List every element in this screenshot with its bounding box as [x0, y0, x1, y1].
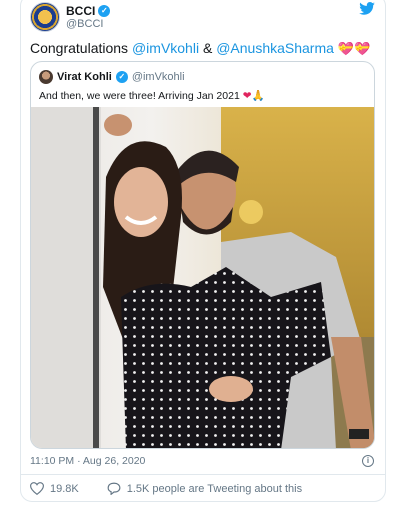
info-icon[interactable]: i — [362, 455, 374, 467]
comment-icon — [107, 482, 121, 495]
conversation-action[interactable]: 1.5K people are Tweeting about this — [107, 482, 302, 495]
quoted-tweet-photo[interactable] — [31, 107, 375, 449]
author-name[interactable]: BCCI ✓ — [66, 4, 111, 18]
divider — [21, 474, 385, 475]
quoted-author-handle: @imVkohli — [131, 71, 185, 83]
quoted-tweet[interactable]: Virat Kohli ✓ @imVkohli And then, we wer… — [30, 61, 375, 449]
like-action[interactable]: 19.8K — [30, 482, 79, 495]
quoted-author-name: Virat Kohli — [57, 71, 112, 83]
tweet-text: Congratulations @imVkohli & @AnushkaShar… — [30, 40, 371, 56]
mention-imvkohli[interactable]: @imVkohli — [132, 40, 199, 56]
tweeting-about-text: 1.5K people are Tweeting about this — [126, 482, 303, 495]
mention-anushkasharma[interactable]: @AnushkaSharma — [216, 40, 334, 56]
verified-icon: ✓ — [115, 71, 128, 83]
like-count: 19.8K — [50, 482, 79, 495]
tweet-timestamp[interactable]: 11:10 PM · Aug 26, 2020 — [30, 455, 145, 467]
author-avatar[interactable] — [30, 2, 62, 34]
heart-gift-emoji: 💝💝 — [337, 41, 371, 56]
tweet-actions: 19.8K 1.5K people are Tweeting about thi… — [30, 482, 302, 495]
quoted-author: Virat Kohli ✓ @imVkohli — [39, 70, 185, 84]
quoted-emojis: ❤🙏 — [242, 90, 265, 102]
twitter-bird-icon[interactable] — [359, 2, 375, 15]
quoted-tweet-text: And then, we were three! Arriving Jan 20… — [39, 90, 265, 102]
verified-icon: ✓ — [98, 5, 111, 17]
author-handle[interactable]: @BCCI — [66, 18, 103, 30]
bcci-logo-avatar — [30, 2, 60, 32]
heart-icon — [30, 482, 44, 495]
quoted-author-avatar — [39, 70, 53, 84]
